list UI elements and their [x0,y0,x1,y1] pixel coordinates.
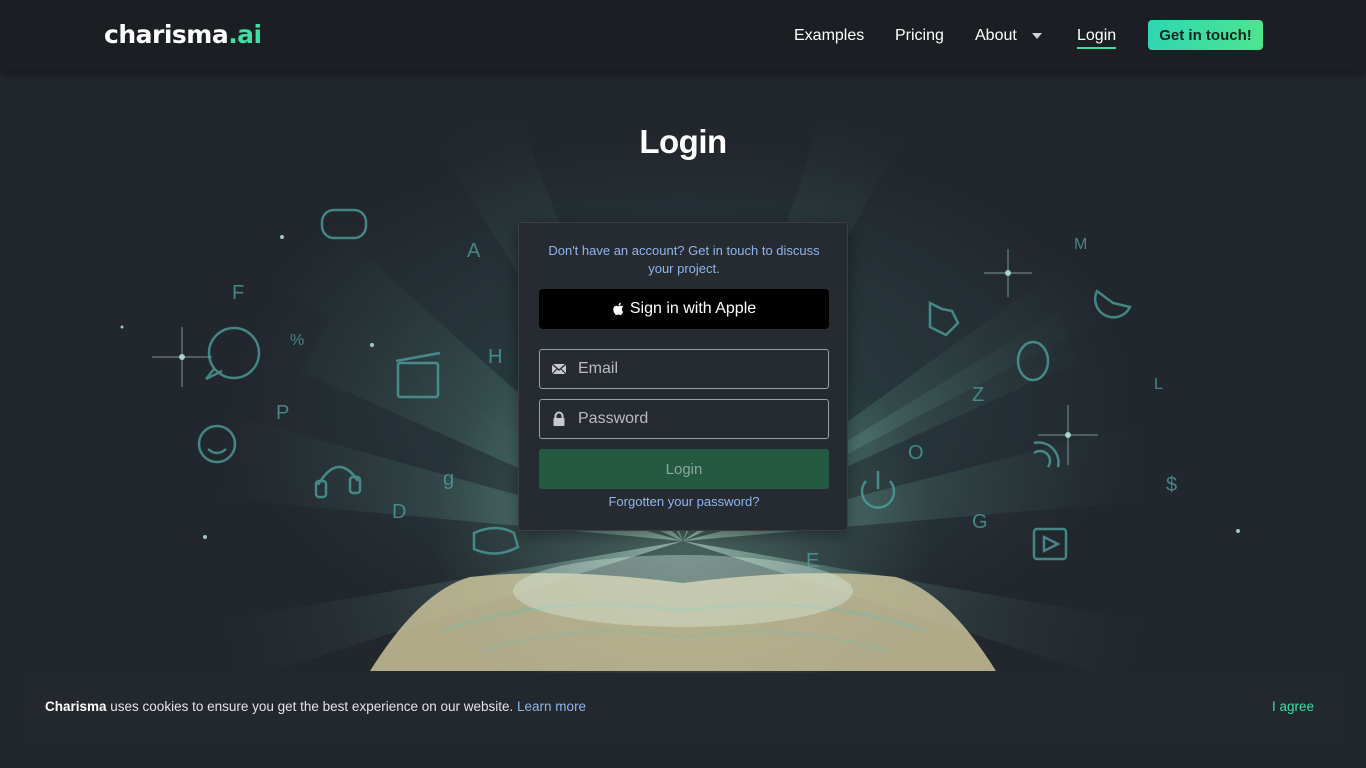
cookie-banner: Charisma uses cookies to ensure you get … [25,673,1341,742]
login-card: Don't have an account? Get in touch to d… [518,222,848,531]
cookie-agree-button[interactable]: I agree [1272,699,1314,714]
password-field[interactable] [539,399,829,439]
login-submit-button[interactable]: Login [539,449,829,489]
nav-about[interactable]: About [975,26,1017,46]
doodle-letter: H [488,346,503,368]
doodle-letter: P [276,402,290,424]
learn-more-link[interactable]: Learn more [517,699,586,714]
site-header: charisma.ai Examples Pricing About Login… [0,0,1366,71]
cookie-message: Charisma uses cookies to ensure you get … [45,699,586,714]
lock-icon [553,411,565,426]
page-title: Login [639,123,727,160]
doodle-letter: M [1074,236,1088,253]
cookie-brand: Charisma [45,699,107,714]
caret-down-icon[interactable] [1032,33,1042,39]
nav-login[interactable]: Login [1077,26,1117,49]
forgot-password-link[interactable]: Forgotten your password? [539,494,829,509]
doodle-symbol: $ [1166,474,1178,496]
cookie-message-text: uses cookies to ensure you get the best … [106,699,518,714]
open-book-illustration [370,555,996,671]
apple-button-label: Sign in with Apple [629,300,757,317]
doodle-letter: Z [972,384,985,406]
doodle-letter: A [467,240,481,262]
doodle-letter: g [443,468,455,490]
nav-pricing[interactable]: Pricing [895,26,944,46]
doodle-letter: F [232,282,245,304]
get-in-touch-button[interactable]: Get in touch! [1148,20,1263,50]
doodle-letter: D [392,501,407,523]
brand-logo[interactable]: charisma.ai [104,20,262,50]
doodle-letter: O [908,442,924,464]
doodle-letter: G [972,511,988,533]
doodle-letter: E [806,550,820,572]
doodle-letter: L [1154,376,1163,393]
password-input[interactable] [578,400,826,438]
get-in-touch-note[interactable]: Don't have an account? Get in touch to d… [539,242,829,278]
doodle-symbol: % [290,332,305,349]
email-icon [551,363,567,375]
brand-name-accent: .ai [228,20,262,49]
login-hero: F A H P D g % M Z O G L $ E Login Don't … [0,71,1366,768]
sign-in-with-apple-button[interactable]: Sign in with Apple [539,289,829,329]
email-field[interactable] [539,349,829,389]
apple-icon [613,302,624,316]
email-input[interactable] [578,350,826,388]
nav-examples[interactable]: Examples [794,26,864,46]
brand-name: charisma [104,20,229,49]
